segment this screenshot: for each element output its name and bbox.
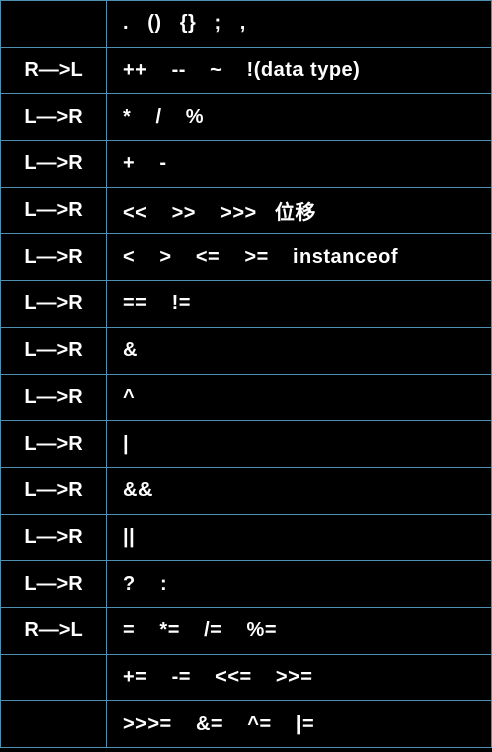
table-row: . () {} ; , [0, 0, 492, 48]
operator-precedence-table: . () {} ; , R—>L ++ -- ~ !(data type) L—… [0, 0, 492, 748]
associativity-cell: L—>R [0, 233, 107, 282]
operators-cell: ? : [106, 560, 492, 608]
associativity-cell: R—>L [0, 46, 107, 95]
operators-cell: && [106, 466, 492, 515]
associativity-cell: L—>R [0, 560, 107, 608]
associativity-cell: L—>R [0, 326, 107, 375]
operators-cell: & [106, 326, 492, 375]
operators-cell: ++ -- ~ !(data type) [106, 46, 492, 95]
operators-cell: . () {} ; , [106, 0, 492, 48]
table-row: R—>L = *= /= %= [0, 606, 492, 655]
associativity-cell: R—>L [0, 606, 107, 655]
operators-cell: = *= /= %= [106, 606, 492, 655]
table-row: L—>R == != [0, 280, 492, 328]
associativity-cell [0, 653, 107, 702]
table-row: R—>L ++ -- ~ !(data type) [0, 46, 492, 95]
operators-cell: || [106, 513, 492, 562]
associativity-cell: L—>R [0, 186, 107, 235]
associativity-cell: L—>R [0, 140, 107, 188]
associativity-cell: L—>R [0, 513, 107, 562]
table-row: L—>R || [0, 513, 492, 562]
associativity-cell: L—>R [0, 373, 107, 422]
associativity-cell: L—>R [0, 93, 107, 142]
table-row: L—>R < > <= >= instanceof [0, 233, 492, 282]
operators-cell: | [106, 420, 492, 468]
operators-cell: * / % [106, 93, 492, 142]
operators-cell: < > <= >= instanceof [106, 233, 492, 282]
associativity-cell: L—>R [0, 466, 107, 515]
table-row: L—>R + - [0, 140, 492, 188]
table-row: L—>R << >> >>> 位移 [0, 186, 492, 235]
table-row: += -= <<= >>= [0, 653, 492, 702]
associativity-cell: L—>R [0, 280, 107, 328]
associativity-cell: L—>R [0, 420, 107, 468]
table-row: L—>R | [0, 420, 492, 468]
operators-cell: + - [106, 140, 492, 188]
table-row: L—>R * / % [0, 93, 492, 142]
operators-cell: ^ [106, 373, 492, 422]
operators-cell: << >> >>> 位移 [106, 186, 492, 235]
table-row: >>>= &= ^= |= [0, 700, 492, 748]
table-body: . () {} ; , R—>L ++ -- ~ !(data type) L—… [0, 0, 492, 748]
associativity-cell [0, 700, 107, 748]
operators-cell: >>>= &= ^= |= [106, 700, 492, 748]
table-row: L—>R && [0, 466, 492, 515]
table-row: L—>R ? : [0, 560, 492, 608]
table-row: L—>R ^ [0, 373, 492, 422]
table-row: L—>R & [0, 326, 492, 375]
associativity-cell [0, 0, 107, 48]
operators-cell: == != [106, 280, 492, 328]
operators-cell: += -= <<= >>= [106, 653, 492, 702]
